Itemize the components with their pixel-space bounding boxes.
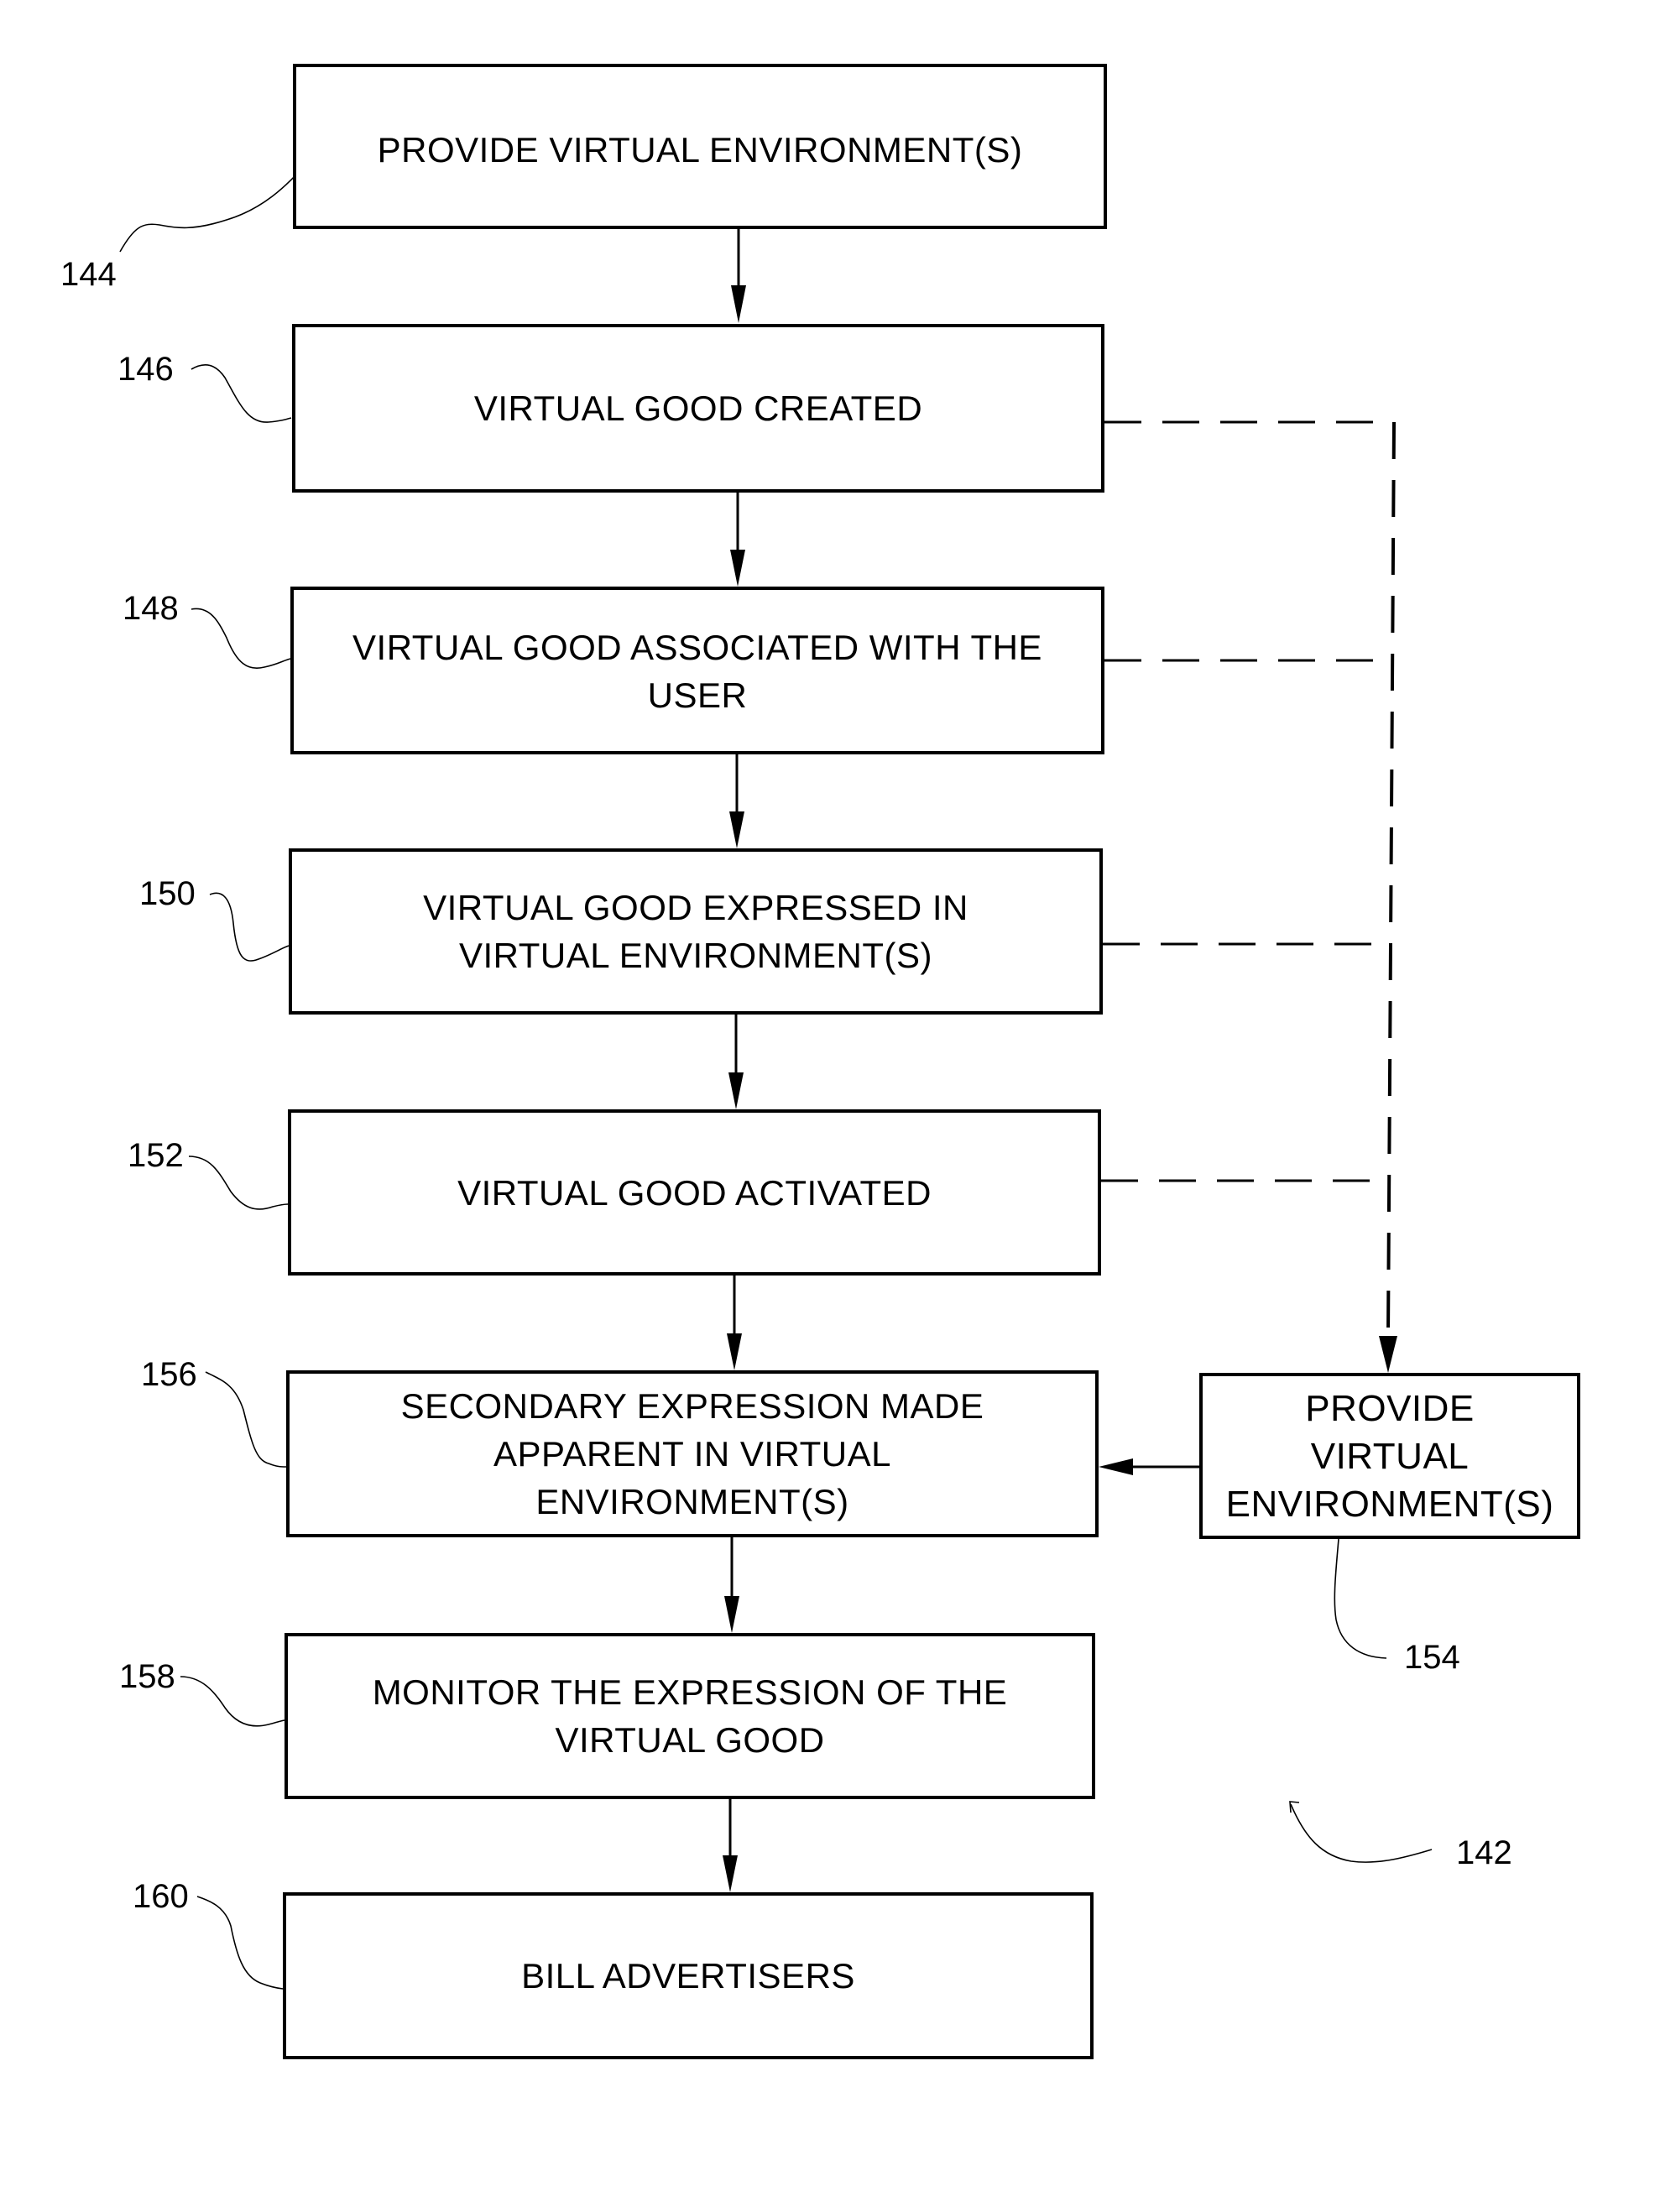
step-160-line-1: BILL ADVERTISERS: [521, 1956, 855, 1995]
step-158-line-2: VIRTUAL GOOD: [555, 1720, 825, 1760]
dashed-vertical-trunk: [1386, 421, 1396, 1337]
arrowhead-158: [724, 1596, 739, 1633]
flowchart-figure: PROVIDE VIRTUAL ENVIRONMENT(S) VIRTUAL G…: [0, 0, 1655, 2212]
ref-label-148: 148: [123, 590, 179, 627]
leader-154: [1334, 1538, 1387, 1659]
step-box-150: VIRTUAL GOOD EXPRESSED IN VIRTUAL ENVIRO…: [289, 848, 1103, 1015]
leader-152: [188, 1156, 289, 1210]
ref-label-156: 156: [141, 1356, 197, 1393]
figure-arrow-142: [1290, 1803, 1433, 1863]
figure-ref-label-142: 142: [1456, 1834, 1512, 1871]
step-154-line-1: PROVIDE: [1305, 1387, 1475, 1429]
step-156-line-2: APPARENT IN VIRTUAL: [493, 1434, 891, 1474]
arrowhead-148: [730, 550, 745, 587]
ref-label-160: 160: [133, 1878, 189, 1915]
dashed-connectors: [1101, 420, 1396, 1337]
step-146-line-1: VIRTUAL GOOD CREATED: [473, 389, 923, 428]
step-box-152: VIRTUAL GOOD ACTIVATED: [288, 1109, 1101, 1276]
step-box-154: PROVIDE VIRTUAL ENVIRONMENT(S): [1199, 1373, 1580, 1539]
arrowhead-156: [727, 1333, 742, 1370]
step-154-line-2: VIRTUAL: [1310, 1435, 1470, 1477]
step-box-156: SECONDARY EXPRESSION MADE APPARENT IN VI…: [286, 1370, 1099, 1537]
step-144-line-1: PROVIDE VIRTUAL ENVIRONMENT(S): [377, 130, 1023, 170]
step-148-line-2: USER: [647, 676, 748, 715]
step-box-146: VIRTUAL GOOD CREATED: [292, 324, 1104, 493]
leader-150: [209, 892, 290, 962]
step-150-line-2: VIRTUAL ENVIRONMENT(S): [458, 936, 933, 975]
arrowhead-152: [728, 1072, 744, 1109]
leader-158: [180, 1676, 285, 1727]
step-156-line-3: ENVIRONMENT(S): [535, 1482, 849, 1521]
step-148-line-1: VIRTUAL GOOD ASSOCIATED WITH THE: [352, 628, 1042, 667]
ref-label-150: 150: [139, 875, 196, 912]
step-box-158: MONITOR THE EXPRESSION OF THE VIRTUAL GO…: [285, 1633, 1095, 1799]
ref-label-144: 144: [60, 256, 117, 293]
step-box-144: PROVIDE VIRTUAL ENVIRONMENT(S): [293, 64, 1107, 229]
leader-160: [196, 1896, 284, 1990]
leader-156: [205, 1371, 287, 1468]
arrowhead-154: [1379, 1336, 1397, 1373]
step-150-line-1: VIRTUAL GOOD EXPRESSED IN: [423, 888, 968, 927]
arrowhead-146: [731, 285, 746, 323]
leader-144: [119, 157, 312, 253]
arrowhead-150: [729, 811, 744, 848]
ref-label-146: 146: [117, 351, 174, 388]
step-box-148: VIRTUAL GOOD ASSOCIATED WITH THE USER: [290, 587, 1104, 754]
arrowhead-156-side: [1099, 1458, 1133, 1475]
ref-label-152: 152: [128, 1137, 184, 1174]
step-156-line-1: SECONDARY EXPRESSION MADE: [400, 1386, 984, 1426]
arrowhead-160: [723, 1855, 738, 1892]
step-158-line-1: MONITOR THE EXPRESSION OF THE: [372, 1672, 1008, 1712]
ref-label-154: 154: [1404, 1639, 1460, 1676]
step-152-line-1: VIRTUAL GOOD ACTIVATED: [457, 1172, 932, 1213]
leader-148: [191, 608, 291, 669]
step-box-160: BILL ADVERTISERS: [283, 1892, 1094, 2059]
step-154-line-3: ENVIRONMENT(S): [1225, 1483, 1554, 1525]
ref-label-158: 158: [119, 1658, 175, 1695]
leader-146: [191, 364, 292, 423]
